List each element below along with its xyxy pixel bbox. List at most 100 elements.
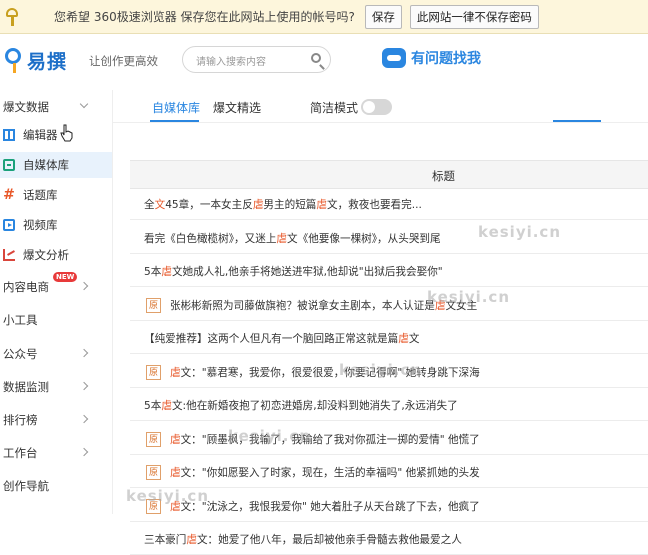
save-password-button[interactable]: 保存 — [364, 4, 402, 29]
site-header: 易撰 让创作更高效 请输入搜索内容 有问题找我 — [0, 34, 648, 90]
title-text: 文："顾墨枫，我输了，我输给了我对你孤注一掷的爱情" 他慌了 — [180, 433, 480, 446]
article-title[interactable]: 虐文："顾墨枫，我输了，我输给了我对你孤注一掷的爱情" 他慌了 — [170, 432, 480, 447]
never-save-button[interactable]: 此网站一律不保存密码 — [409, 4, 539, 29]
table-row[interactable]: 原虐文："你如愿娶入了时家，现在，生活的幸福吗" 他紧抓她的头发 — [130, 458, 648, 488]
table-row[interactable]: 原虐文："顾墨枫，我输了，我输给了我对你孤注一掷的爱情" 他慌了 — [130, 425, 648, 455]
table-row[interactable]: 看完《白色橄榄树》，又迷上虐文《他要像一棵树》，从头哭到尾 — [130, 224, 648, 254]
chevron-right-icon — [79, 447, 89, 457]
hashtag-icon: # — [3, 187, 15, 203]
search-placeholder: 请输入搜索内容 — [196, 57, 266, 68]
title-text: 【纯爱推荐】这两个人但凡有一个脑回路正常这就是篇 — [144, 333, 399, 345]
title-text: 张彬彬新照为司藤做旗袍？被说拿女主剧本，本人认证是 — [170, 299, 435, 312]
help-label: 有问题找我 — [411, 51, 481, 67]
key-icon — [6, 7, 20, 26]
compact-mode-toggle[interactable] — [361, 99, 392, 115]
search-icon[interactable] — [311, 53, 321, 63]
keyword-highlight: 虐 — [170, 467, 181, 479]
table-row[interactable]: 全文45章，一本女主反虐男主的短篇虐文，救夜也要看完... — [130, 190, 648, 220]
document-icon — [3, 159, 15, 171]
keyword-highlight: 虐 — [170, 433, 181, 446]
table-row[interactable]: 原虐文："慕君寒，我爱你，很爱很爱，你要记得啊" 她转身跳下深海 — [130, 358, 648, 388]
chevron-right-icon — [79, 381, 89, 391]
article-title[interactable]: 看完《白色橄榄树》，又迷上虐文《他要像一棵树》，从头哭到尾 — [130, 231, 441, 246]
keyword-highlight: 文 — [154, 199, 166, 211]
table-row[interactable]: 5本虐文:他在新婚夜抱了初恋进婚房,却没料到她消失了,永远消失了 — [130, 391, 648, 421]
table-row[interactable]: 【纯爱推荐】这两个人但凡有一个脑回路正常这就是篇虐文 — [130, 324, 648, 354]
sidebar-item-hot-data[interactable]: 爆文数据 — [0, 94, 112, 120]
original-tag: 原 — [146, 431, 161, 447]
help-button[interactable]: 有问题找我 — [382, 48, 481, 68]
title-text: 三本豪门 — [144, 534, 187, 546]
sidebar-item-video-library[interactable]: 视频库 — [0, 212, 112, 238]
keyword-highlight: 虐 — [276, 232, 288, 245]
keyword-highlight: 虐 — [434, 299, 446, 312]
title-text: 文 — [408, 333, 420, 345]
table-row[interactable]: 原虐文："沈泳之，我恨我爱你" 她大着肚子从天台跳了下去，他疯了 — [130, 492, 648, 522]
keyword-highlight: 虐 — [316, 199, 327, 211]
sidebar-item-topic-library[interactable]: # 话题库 — [0, 182, 112, 208]
keyword-highlight: 虐 — [252, 199, 264, 211]
article-title[interactable]: 【纯爱推荐】这两个人但凡有一个脑回路正常这就是篇虐文 — [130, 331, 419, 346]
sidebar-item-tools[interactable]: 小工具 — [0, 307, 112, 333]
title-text: 男主的短篇 — [263, 199, 317, 211]
chevron-right-icon — [79, 281, 89, 291]
sidebar-item-label: 视频库 — [23, 218, 58, 232]
sidebar-item-label: 内容电商 — [3, 280, 49, 294]
content-tabs: 自媒体库 爆文精选 简洁模式 — [112, 90, 648, 123]
article-title[interactable]: 虐文："沈泳之，我恨我爱你" 她大着肚子从天台跳了下去，他疯了 — [170, 499, 480, 514]
sidebar-item-analysis[interactable]: 爆文分析 — [0, 242, 112, 268]
title-text: 文：她爱了他八年，最后却被他亲手骨髓去救他最爱之人 — [196, 534, 462, 546]
table-row[interactable]: 原张彬彬新照为司藤做旗袍？被说拿女主剧本，本人认证是虐文女主 — [130, 291, 648, 321]
sidebar-item-editor[interactable]: 编辑器 — [0, 122, 112, 148]
accent-line — [553, 120, 601, 122]
tab-featured[interactable]: 爆文精选 — [213, 99, 261, 116]
logo-text: 易撰 — [27, 51, 68, 73]
sidebar-item-monitoring[interactable]: 数据监测 — [0, 374, 112, 400]
sidebar-item-label: 数据监测 — [3, 380, 49, 394]
sidebar-item-ecommerce[interactable]: 内容电商 NEW — [0, 272, 112, 300]
sidebar-item-wechat[interactable]: 公众号 — [0, 341, 112, 367]
original-tag: 原 — [146, 465, 161, 480]
sidebar-item-workbench[interactable]: 工作台 — [0, 440, 112, 466]
editor-icon — [3, 129, 15, 141]
article-title[interactable]: 5本虐文她成人礼,他亲手将她送进牢狱,他却说"出狱后我会娶你" — [130, 264, 443, 279]
tab-media-library[interactable]: 自媒体库 — [152, 99, 200, 116]
sidebar-item-label: 创作导航 — [3, 479, 49, 493]
chat-icon — [382, 48, 406, 68]
title-text: 5本 — [144, 266, 162, 278]
sidebar-item-rankings[interactable]: 排行榜 — [0, 407, 112, 433]
sidebar-item-label: 排行榜 — [3, 413, 38, 427]
keyword-highlight: 虐 — [170, 500, 181, 513]
article-title[interactable]: 三本豪门虐文：她爱了他八年，最后却被他亲手骨髓去救他最爱之人 — [130, 532, 462, 547]
search-input[interactable]: 请输入搜索内容 — [182, 46, 331, 73]
sidebar-item-label: 自媒体库 — [23, 158, 69, 172]
title-text: 全 — [144, 199, 155, 211]
sidebar-item-navigation[interactable]: 创作导航 — [0, 473, 112, 499]
site-logo[interactable]: 易撰 — [4, 47, 67, 74]
article-title[interactable]: 张彬彬新照为司藤做旗袍？被说拿女主剧本，本人认证是虐文女主 — [170, 298, 477, 313]
article-title[interactable]: 全文45章，一本女主反虐男主的短篇虐文，救夜也要看完... — [130, 197, 422, 212]
sidebar-item-label: 爆文数据 — [3, 100, 49, 114]
chevron-right-icon — [79, 414, 89, 424]
title-text: 文："你如愿娶入了时家，现在，生活的幸福吗" 他紧抓她的头发 — [180, 467, 480, 479]
article-title[interactable]: 虐文："你如愿娶入了时家，现在，生活的幸福吗" 他紧抓她的头发 — [170, 465, 480, 480]
title-text: 文她成人礼,他亲手将她送进牢狱,他却说"出狱后我会娶你" — [171, 266, 443, 278]
chevron-down-icon — [79, 99, 89, 109]
title-text: 文，救夜也要看完... — [326, 199, 422, 211]
title-text: 文女主 — [445, 299, 478, 312]
article-title[interactable]: 5本虐文:他在新婚夜抱了初恋进婚房,却没料到她消失了,永远消失了 — [130, 398, 458, 413]
password-save-message: 您希望 360极速浏览器 保存您在此网站上使用的帐号吗? — [54, 10, 355, 24]
table-row[interactable]: 三本豪门虐文：她爱了他八年，最后却被他亲手骨髓去救他最爱之人 — [130, 525, 648, 555]
sidebar-item-label: 小工具 — [3, 313, 38, 327]
compact-mode-label: 简洁模式 — [310, 101, 359, 115]
title-text: 45章，一本女主反 — [165, 199, 253, 211]
keyword-highlight: 虐 — [170, 366, 181, 379]
title-text: 文《他要像一棵树》，从头哭到尾 — [287, 232, 441, 245]
sidebar-item-label: 话题库 — [23, 188, 58, 202]
article-title[interactable]: 虐文："慕君寒，我爱你，很爱很爱，你要记得啊" 她转身跳下深海 — [170, 365, 480, 380]
table-row[interactable]: 5本虐文她成人礼,他亲手将她送进牢狱,他却说"出狱后我会娶你" — [130, 257, 648, 287]
title-text: 文："慕君寒，我爱你，很爱很爱，你要记得啊" 她转身跳下深海 — [180, 366, 480, 379]
new-badge: NEW — [53, 272, 78, 282]
sidebar-item-media-library[interactable]: 自媒体库 — [0, 152, 112, 178]
original-tag: 原 — [146, 498, 161, 514]
